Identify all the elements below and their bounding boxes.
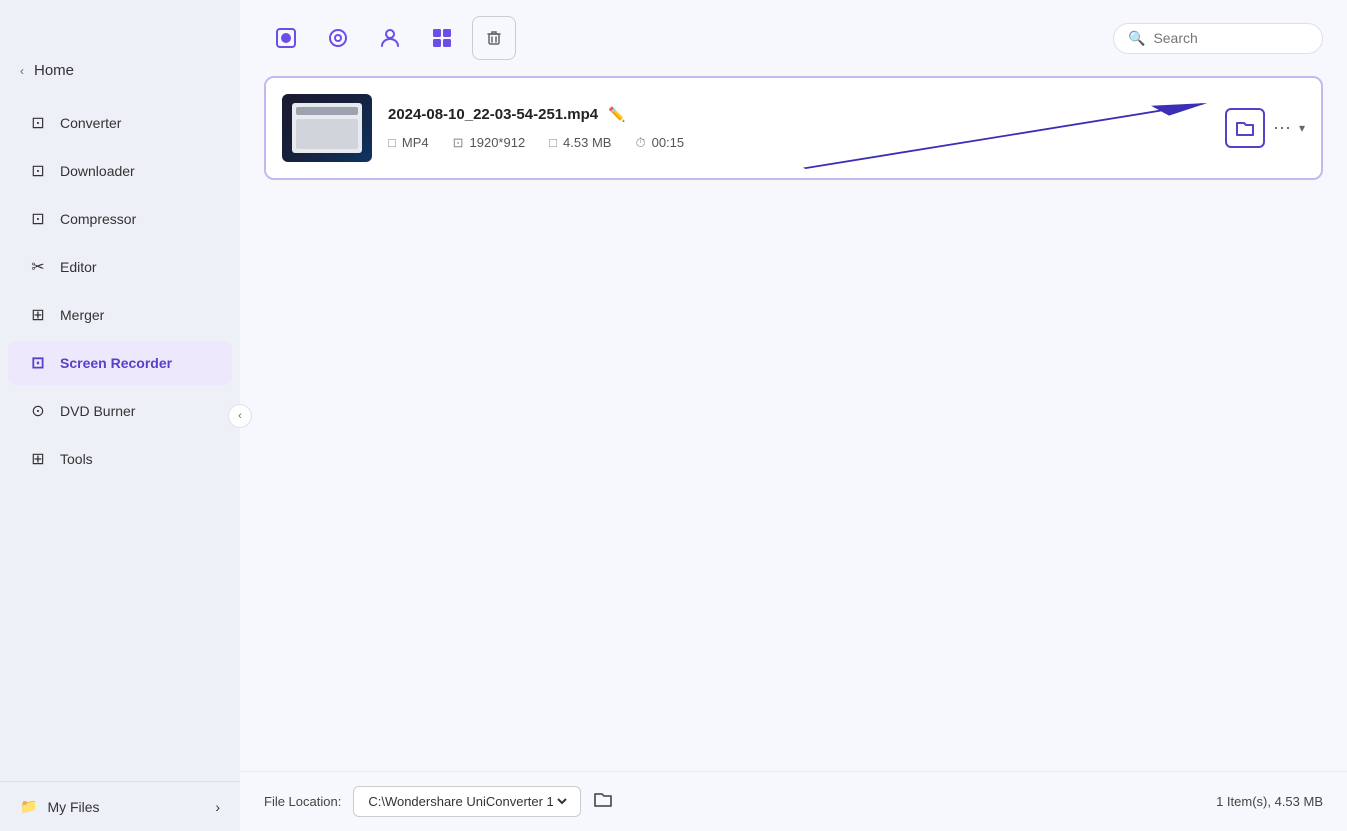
my-files-icon: 📁 bbox=[20, 798, 37, 815]
sidebar-collapse-button[interactable]: ‹ bbox=[228, 404, 252, 428]
search-box[interactable]: 🔍 bbox=[1113, 23, 1323, 54]
person-button[interactable] bbox=[368, 16, 412, 60]
file-card: 2024-08-10_22-03-54-251.mp4 ✏️ □ MP4 ⊡ 1… bbox=[264, 76, 1323, 180]
compressor-icon: ⊡ bbox=[28, 209, 48, 229]
home-chevron-icon: ‹ bbox=[20, 64, 24, 78]
search-input[interactable] bbox=[1153, 30, 1308, 46]
sidebar-item-screen-recorder[interactable]: ⊡ Screen Recorder bbox=[8, 341, 232, 385]
format-value: MP4 bbox=[402, 135, 429, 150]
main-content: 🔍 2024-08-10_22-03-54-251.mp4 ✏️ □ bbox=[240, 0, 1347, 831]
merger-icon: ⊞ bbox=[28, 305, 48, 325]
my-files[interactable]: 📁 My Files › bbox=[20, 798, 220, 815]
converter-icon: ⊡ bbox=[28, 113, 48, 133]
file-meta: □ MP4 ⊡ 1920*912 □ 4.53 MB ⏱ 00:15 bbox=[388, 135, 1209, 151]
downloader-icon: ⊡ bbox=[28, 161, 48, 181]
screen-recorder-icon: ⊡ bbox=[28, 353, 48, 373]
file-info: 2024-08-10_22-03-54-251.mp4 ✏️ □ MP4 ⊡ 1… bbox=[388, 106, 1209, 151]
sidebar-item-converter[interactable]: ⊡ Converter bbox=[8, 101, 232, 145]
toolbar: 🔍 bbox=[240, 0, 1347, 76]
more-options-button[interactable]: ⋯ bbox=[1273, 118, 1291, 139]
sidebar: ‹ Home ⊡ Converter ⊡ Downloader ⊡ Compre… bbox=[0, 0, 240, 831]
file-name: 2024-08-10_22-03-54-251.mp4 bbox=[388, 106, 598, 123]
sidebar-label-compressor: Compressor bbox=[60, 211, 136, 227]
footer-item-info: 1 Item(s), 4.53 MB bbox=[1216, 794, 1323, 809]
sidebar-label-downloader: Downloader bbox=[60, 163, 135, 179]
duration-value: 00:15 bbox=[652, 135, 685, 150]
sidebar-label-screen-recorder: Screen Recorder bbox=[60, 355, 172, 371]
resolution-value: 1920*912 bbox=[470, 135, 526, 150]
home-label: Home bbox=[34, 62, 74, 79]
sidebar-item-editor[interactable]: ✂ Editor bbox=[8, 245, 232, 289]
format-icon: □ bbox=[388, 135, 396, 150]
sidebar-item-dvd-burner[interactable]: ⊙ DVD Burner bbox=[8, 389, 232, 433]
file-location-label: File Location: bbox=[264, 794, 341, 809]
search-icon: 🔍 bbox=[1128, 30, 1145, 47]
meta-format: □ MP4 bbox=[388, 135, 429, 150]
location-dropdown[interactable]: C:\Wondershare UniConverter 1 bbox=[364, 793, 570, 810]
grid-button[interactable] bbox=[420, 16, 464, 60]
my-files-label: My Files bbox=[47, 799, 99, 815]
duration-icon: ⏱ bbox=[635, 135, 645, 151]
sidebar-label-merger: Merger bbox=[60, 307, 104, 323]
sidebar-label-editor: Editor bbox=[60, 259, 97, 275]
folder-open-button[interactable] bbox=[593, 790, 613, 813]
expand-button[interactable]: ▾ bbox=[1299, 121, 1305, 135]
footer: File Location: C:\Wondershare UniConvert… bbox=[240, 771, 1347, 831]
card-actions: ⋯ ▾ bbox=[1225, 108, 1305, 148]
filesize-icon: □ bbox=[549, 135, 557, 150]
tools-icon: ⊞ bbox=[28, 449, 48, 469]
record-button[interactable] bbox=[264, 16, 308, 60]
meta-duration: ⏱ 00:15 bbox=[635, 135, 684, 151]
sidebar-label-tools: Tools bbox=[60, 451, 93, 467]
meta-resolution: ⊡ 1920*912 bbox=[453, 135, 526, 151]
sidebar-home[interactable]: ‹ Home bbox=[0, 50, 240, 91]
delete-button[interactable] bbox=[472, 16, 516, 60]
dvd-burner-icon: ⊙ bbox=[28, 401, 48, 421]
sidebar-item-downloader[interactable]: ⊡ Downloader bbox=[8, 149, 232, 193]
my-files-chevron-icon: › bbox=[215, 799, 220, 815]
sidebar-item-merger[interactable]: ⊞ Merger bbox=[8, 293, 232, 337]
filesize-value: 4.53 MB bbox=[563, 135, 611, 150]
file-area: 2024-08-10_22-03-54-251.mp4 ✏️ □ MP4 ⊡ 1… bbox=[240, 76, 1347, 771]
camera-button[interactable] bbox=[316, 16, 360, 60]
sidebar-navigation: ⊡ Converter ⊡ Downloader ⊡ Compressor ✂ … bbox=[0, 91, 240, 781]
editor-icon: ✂ bbox=[28, 257, 48, 277]
sidebar-bottom: 📁 My Files › bbox=[0, 781, 240, 831]
resolution-icon: ⊡ bbox=[453, 135, 464, 151]
sidebar-label-dvd-burner: DVD Burner bbox=[60, 403, 135, 419]
open-folder-button[interactable] bbox=[1225, 108, 1265, 148]
sidebar-item-tools[interactable]: ⊞ Tools bbox=[8, 437, 232, 481]
file-thumbnail bbox=[282, 94, 372, 162]
meta-filesize: □ 4.53 MB bbox=[549, 135, 611, 150]
location-select[interactable]: C:\Wondershare UniConverter 1 bbox=[353, 786, 581, 817]
sidebar-item-compressor[interactable]: ⊡ Compressor bbox=[8, 197, 232, 241]
sidebar-label-converter: Converter bbox=[60, 115, 121, 131]
edit-icon[interactable]: ✏️ bbox=[608, 106, 625, 123]
